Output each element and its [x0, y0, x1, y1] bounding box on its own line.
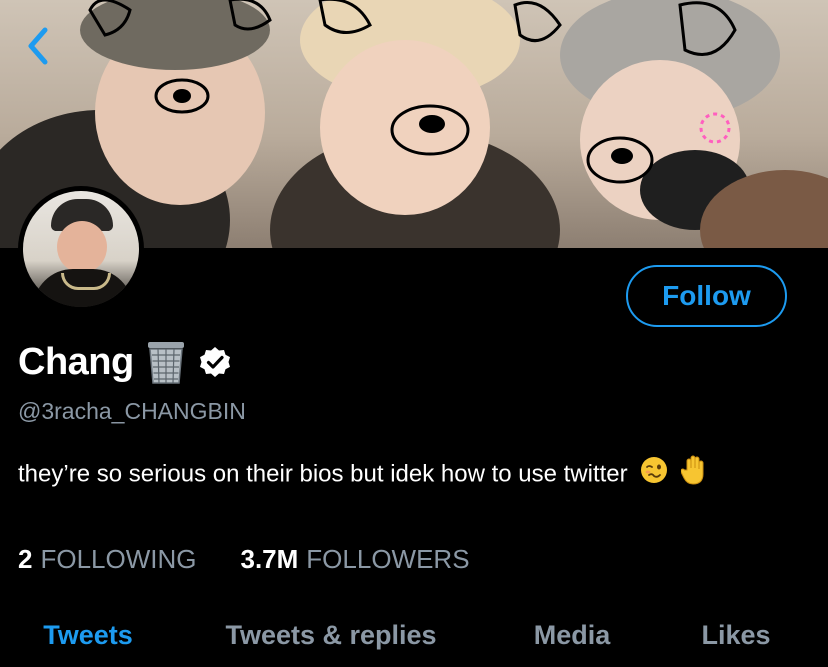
tab-tweets[interactable]: Tweets: [0, 610, 176, 660]
verified-badge-icon: [199, 347, 230, 377]
follow-button[interactable]: Follow: [626, 265, 787, 327]
profile-name-row: Chang: [18, 338, 232, 386]
followers-label: FOLLOWERS: [306, 544, 470, 574]
following-stat[interactable]: 2 FOLLOWING: [18, 544, 196, 575]
raised-hand-icon: [680, 454, 709, 496]
avatar[interactable]: [18, 186, 144, 312]
back-button[interactable]: [18, 26, 58, 66]
display-name: Chang: [18, 340, 134, 383]
tab-tweets-and-replies[interactable]: Tweets & replies: [176, 610, 486, 660]
chevron-left-icon: [28, 27, 48, 65]
woozy-face-icon: [640, 456, 668, 494]
avatar-photo: [23, 191, 139, 307]
tab-media[interactable]: Media: [486, 610, 658, 660]
followers-count: 3.7M: [240, 544, 299, 574]
user-handle: @3racha_CHANGBIN: [18, 398, 246, 424]
profile-stats: 2 FOLLOWING 3.7M FOLLOWERS: [18, 544, 470, 575]
tab-likes[interactable]: Likes: [658, 610, 814, 660]
following-count: 2: [18, 544, 33, 574]
wastebasket-icon: [147, 342, 184, 384]
followers-stat[interactable]: 3.7M FOLLOWERS: [240, 544, 469, 575]
following-label: FOLLOWING: [40, 544, 197, 574]
profile-bio: they’re so serious on their bios but ide…: [18, 454, 778, 496]
profile-tabs: Tweets Tweets & replies Media Likes: [0, 610, 828, 660]
bio-text: they’re so serious on their bios but ide…: [18, 460, 628, 488]
